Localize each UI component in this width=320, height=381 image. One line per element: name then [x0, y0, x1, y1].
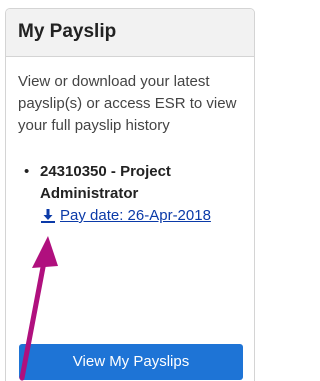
page: My Payslip View or download your latest …: [0, 0, 262, 381]
bullet: •: [24, 163, 30, 180]
list-item: • 24310350 - Project Administrator Pay d…: [18, 161, 242, 229]
pay-date-link[interactable]: Pay date: 26-Apr-2018: [40, 205, 211, 227]
card-body: View or download your latest payslip(s) …: [6, 57, 254, 229]
payslip-list: • 24310350 - Project Administrator Pay d…: [18, 161, 242, 229]
card-description: View or download your latest payslip(s) …: [18, 73, 237, 134]
payslip-name: 24310350 - Project Administrator: [40, 163, 171, 202]
my-payslip-card: My Payslip View or download your latest …: [5, 8, 255, 381]
view-my-payslips-button[interactable]: View My Payslips: [19, 344, 243, 380]
pay-date-label: Pay date: 26-Apr-2018: [60, 207, 211, 224]
card-header: My Payslip: [6, 9, 254, 57]
card-title: My Payslip: [18, 21, 117, 42]
download-icon: [41, 209, 55, 223]
